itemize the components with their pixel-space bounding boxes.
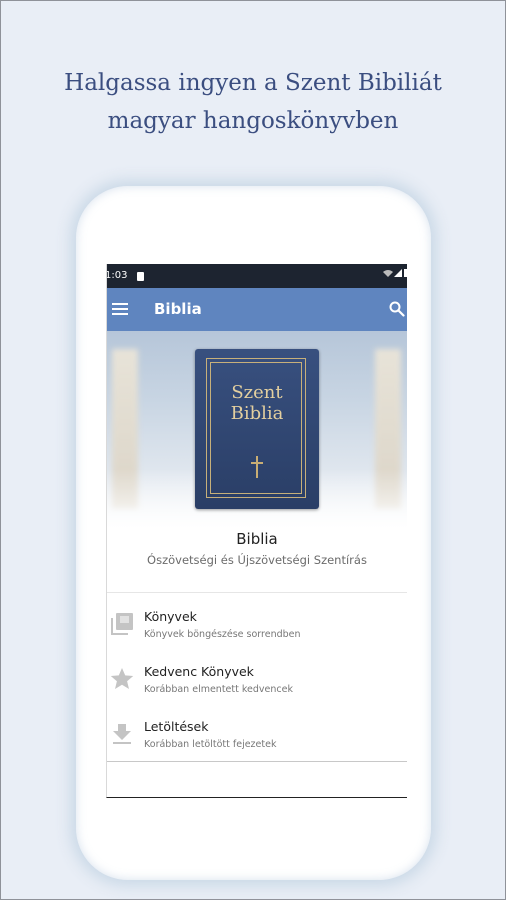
menu-item-downloads[interactable]: Letöltések Korábban letöltött fejezetek (107, 711, 407, 761)
menu-item-label: Letöltések (144, 719, 209, 734)
promo-line-2: magyar hangoskönyvben (107, 108, 399, 134)
hero-banner: Szent Biblia (107, 331, 407, 529)
status-bar: 1:03 (107, 264, 407, 288)
search-icon[interactable] (389, 301, 405, 317)
sd-card-icon (137, 272, 144, 281)
menu-item-description: Korábban elmentett kedvencek (144, 684, 293, 695)
hamburger-menu-icon[interactable] (112, 303, 128, 316)
promo-line-1: Halgassa ingyen a Szent Bibiliát (64, 70, 442, 96)
menu-item-description: Korábban letöltött fejezetek (144, 739, 277, 750)
promo-headline: Halgassa ingyen a Szent Bibiliát magyar … (0, 64, 506, 140)
library-books-icon (109, 611, 135, 637)
menu-item-label: Könyvek (144, 609, 197, 624)
menu-item-label: Kedvenc Könyvek (144, 664, 254, 679)
app-screen: 1:03 Biblia Szent Biblia Biblia Ószövets… (106, 264, 407, 798)
menu-item-books[interactable]: Könyvek Könyvek böngészése sorrendben (107, 601, 407, 651)
status-time: 1:03 (106, 270, 128, 281)
cross-icon (250, 456, 264, 478)
divider (107, 592, 407, 593)
menu-item-description: Könyvek böngészése sorrendben (144, 629, 301, 640)
cover-title: Szent Biblia (230, 382, 284, 424)
download-icon (109, 721, 135, 747)
menu-item-favorites[interactable]: Kedvenc Könyvek Korábban elmentett kedve… (107, 656, 407, 706)
signal-icon (383, 264, 407, 288)
book-subtitle: Ószövetségi és Újszövetségi Szentírás (147, 553, 367, 567)
bottom-divider (107, 761, 407, 762)
star-icon (109, 666, 135, 692)
bible-cover-image[interactable]: Szent Biblia (195, 349, 319, 509)
book-title: Biblia (236, 530, 278, 548)
app-bar: Biblia (107, 288, 407, 331)
app-title: Biblia (154, 300, 202, 318)
